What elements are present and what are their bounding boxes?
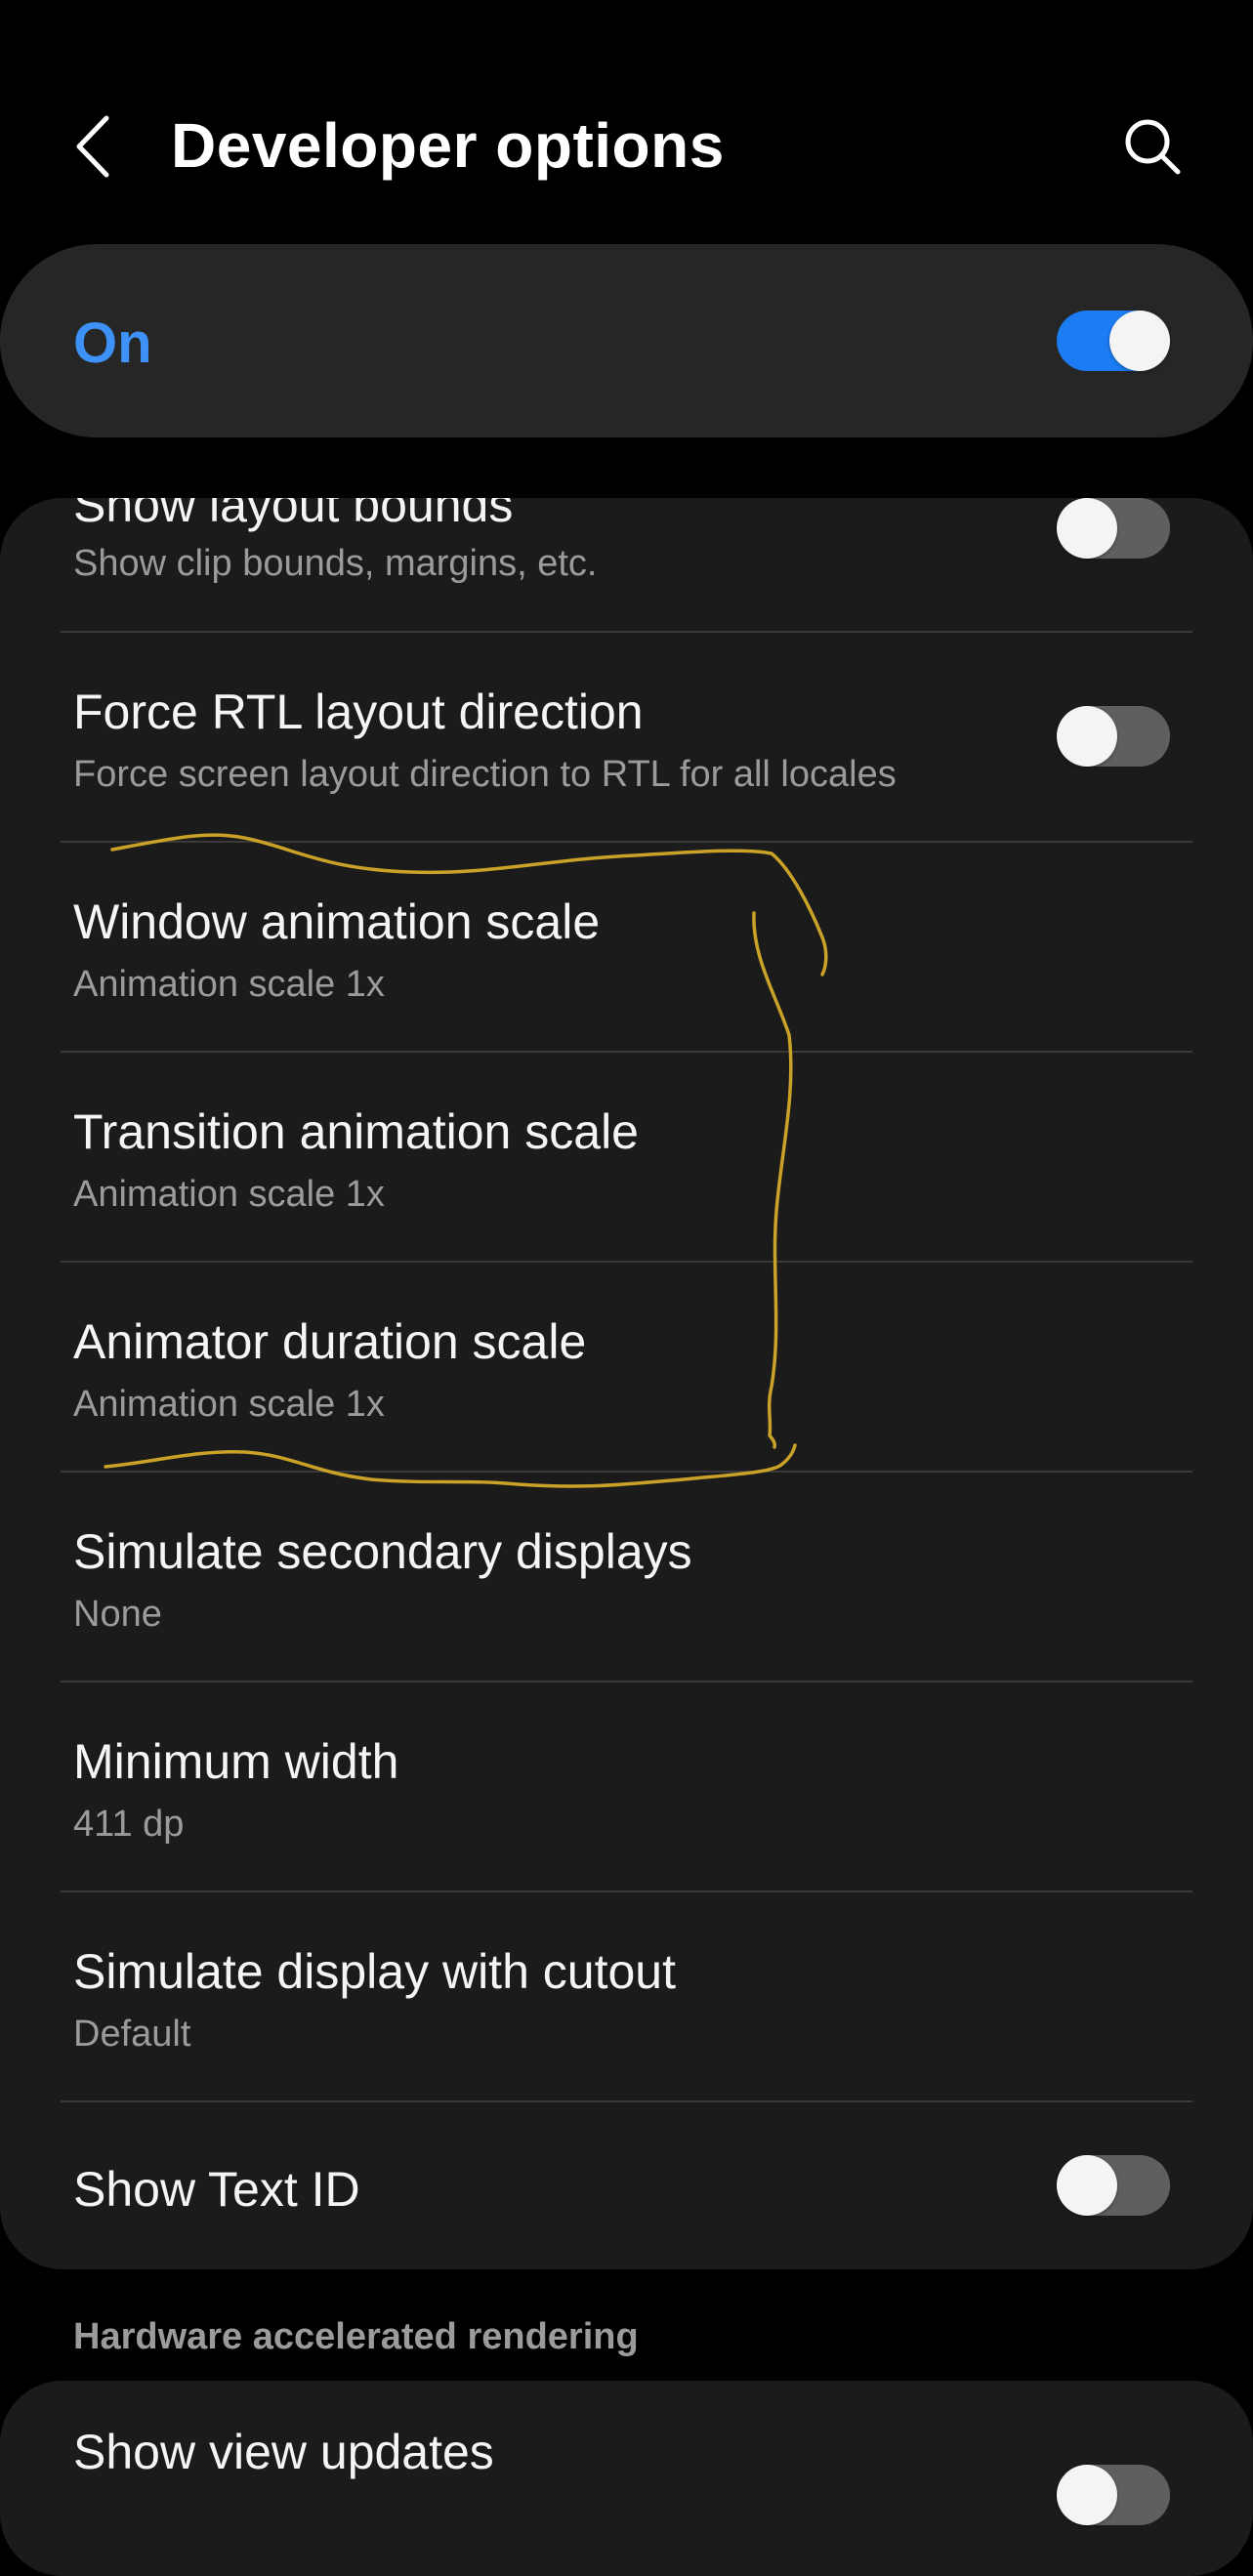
toggle-knob — [1109, 311, 1170, 371]
setting-minimum-width[interactable]: Minimum width 411 dp — [0, 1683, 1253, 1890]
setting-summary: Default — [73, 2014, 191, 2055]
setting-summary: Animation scale 1x — [73, 1174, 385, 1215]
force-rtl-toggle[interactable] — [1057, 706, 1170, 767]
master-switch-bar[interactable]: On — [0, 244, 1253, 437]
setting-summary: Show clip bounds, margins, etc. — [73, 543, 598, 584]
master-switch-label: On — [73, 312, 152, 375]
page-title: Developer options — [171, 110, 725, 181]
show-view-updates-toggle[interactable] — [1057, 2465, 1170, 2525]
toggle-knob — [1057, 2155, 1117, 2216]
section-header: Hardware accelerated rendering — [73, 2316, 639, 2357]
search-button[interactable] — [1113, 107, 1191, 186]
toggle-knob — [1057, 2465, 1117, 2525]
setting-title: Show Text ID — [73, 2162, 360, 2217]
show-layout-bounds-toggle[interactable] — [1057, 498, 1170, 559]
setting-summary: Animation scale 1x — [73, 1384, 385, 1425]
setting-title: Simulate display with cutout — [73, 1944, 676, 1999]
toggle-knob — [1057, 706, 1117, 767]
show-text-id-toggle[interactable] — [1057, 2155, 1170, 2216]
setting-summary: 411 dp — [73, 1804, 185, 1845]
search-icon — [1125, 119, 1181, 175]
back-button[interactable] — [59, 107, 127, 186]
setting-simulate-secondary-displays[interactable]: Simulate secondary displays None — [0, 1473, 1253, 1680]
setting-animator-duration-scale[interactable]: Animator duration scale Animation scale … — [0, 1263, 1253, 1470]
setting-force-rtl[interactable]: Force RTL layout direction Force screen … — [0, 633, 1253, 840]
setting-show-text-id[interactable]: Show Text ID — [0, 2102, 1253, 2269]
master-switch-toggle[interactable] — [1057, 311, 1170, 371]
setting-title: Transition animation scale — [73, 1104, 639, 1159]
setting-title: Show view updates — [73, 2425, 494, 2479]
setting-transition-animation-scale[interactable]: Transition animation scale Animation sca… — [0, 1053, 1253, 1260]
setting-title: Animator duration scale — [73, 1314, 587, 1369]
toggle-knob — [1057, 498, 1117, 559]
app-bar: Developer options — [0, 0, 1253, 244]
settings-list: Show layout bounds Show clip bounds, mar… — [0, 498, 1253, 2269]
setting-summary: Animation scale 1x — [73, 964, 385, 1005]
setting-show-view-updates[interactable]: Show view updates — [0, 2381, 1253, 2576]
setting-title: Window animation scale — [73, 894, 601, 949]
setting-window-animation-scale[interactable]: Window animation scale Animation scale 1… — [0, 843, 1253, 1050]
settings-list-hardware: Show view updates — [0, 2381, 1253, 2576]
setting-title: Simulate secondary displays — [73, 1524, 692, 1579]
setting-summary: None — [73, 1594, 162, 1635]
setting-simulate-display-cutout[interactable]: Simulate display with cutout Default — [0, 1892, 1253, 2099]
setting-title: Show layout bounds — [73, 498, 514, 532]
setting-title: Minimum width — [73, 1734, 399, 1789]
setting-title: Force RTL layout direction — [73, 685, 644, 739]
setting-summary: Force screen layout direction to RTL for… — [73, 754, 897, 795]
chevron-left-icon — [76, 115, 109, 178]
setting-show-layout-bounds[interactable]: Show layout bounds Show clip bounds, mar… — [0, 498, 1253, 631]
